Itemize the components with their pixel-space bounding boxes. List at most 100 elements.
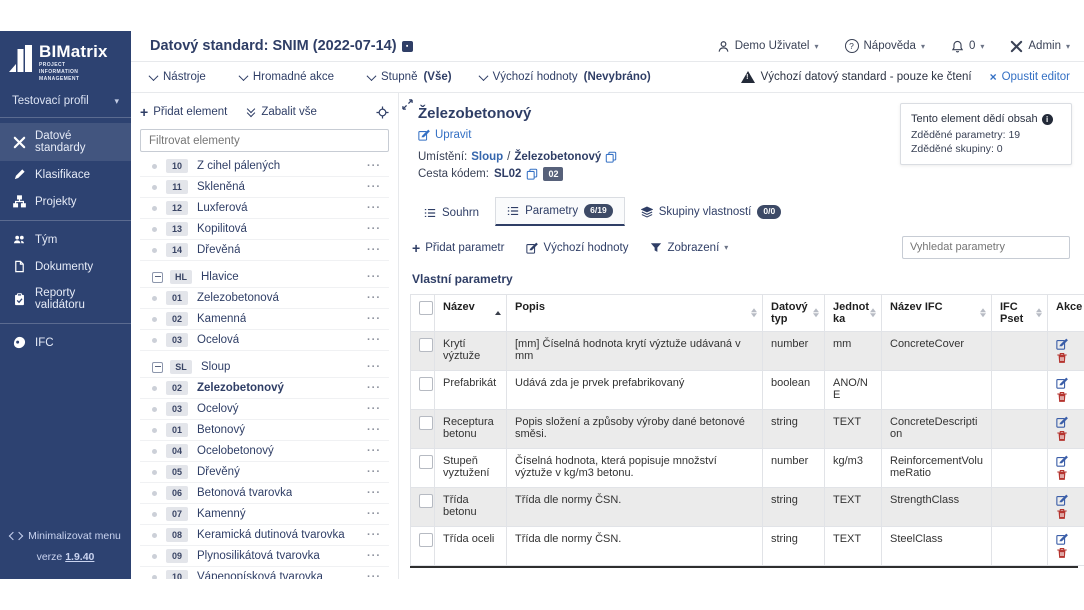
tree-item[interactable]: 10 Vápenopísková tvarovka ··· <box>140 567 389 579</box>
search-parameters-input[interactable] <box>902 236 1070 259</box>
edit-icon[interactable] <box>1056 494 1068 506</box>
tab-parameters[interactable]: Parametry 6/19 <box>495 197 625 226</box>
tree-item[interactable]: 01 Betonový ··· <box>140 420 389 441</box>
tree-item[interactable]: 14 Dřevěná ··· <box>140 240 389 261</box>
sidebar-item-data-standards[interactable]: Datové standardy <box>0 123 131 161</box>
row-menu-button[interactable]: ··· <box>367 202 381 214</box>
sidebar-item-classification[interactable]: Klasifikace <box>0 161 131 188</box>
row-menu-button[interactable]: ··· <box>367 487 381 499</box>
column-header[interactable]: Popis <box>507 294 763 331</box>
edit-icon[interactable] <box>1056 338 1068 350</box>
row-checkbox[interactable] <box>419 416 433 430</box>
row-menu-button[interactable]: ··· <box>367 382 381 394</box>
toolbar-dropdown[interactable]: Nástroje <box>150 71 212 83</box>
column-header[interactable]: Název <box>435 294 507 331</box>
sidebar-item-validator-reports[interactable]: Reporty validátoru <box>0 280 131 318</box>
tree-item[interactable]: 12 Luxferová ··· <box>140 198 389 219</box>
collapse-icon[interactable] <box>152 272 163 283</box>
row-menu-button[interactable]: ··· <box>367 403 381 415</box>
profile-selector[interactable]: Testovací profil ▾ <box>0 87 131 117</box>
row-menu-button[interactable]: ··· <box>367 361 381 373</box>
toolbar-dropdown[interactable]: Stupně (Vše) <box>368 71 452 83</box>
info-icon[interactable]: i <box>1042 114 1053 125</box>
column-header[interactable]: Název IFC <box>882 294 992 331</box>
sidebar-item-documents[interactable]: Dokumenty <box>0 253 131 280</box>
collapse-all-button[interactable]: Zabalit vše <box>247 106 317 118</box>
row-menu-button[interactable]: ··· <box>367 550 381 562</box>
tree-item[interactable]: 08 Keramická dutinová tvarovka ··· <box>140 525 389 546</box>
tree-item[interactable]: HL Hlavice ··· <box>140 267 389 288</box>
filter-elements-input[interactable] <box>140 129 389 152</box>
select-all-checkbox[interactable] <box>419 301 433 315</box>
row-checkbox[interactable] <box>419 533 433 547</box>
tab-summary[interactable]: Souhrn <box>412 200 491 226</box>
row-menu-button[interactable]: ··· <box>367 223 381 235</box>
row-menu-button[interactable]: ··· <box>367 292 381 304</box>
tree-item[interactable]: 11 Skleněná ··· <box>140 177 389 198</box>
notifications-menu[interactable]: 0 ▾ <box>951 40 984 53</box>
tree-item[interactable]: 05 Dřevěný ··· <box>140 462 389 483</box>
delete-icon[interactable] <box>1056 352 1068 364</box>
help-menu[interactable]: ? Nápověda ▾ <box>845 39 925 53</box>
sidebar-item-team[interactable]: Tým <box>0 226 131 253</box>
locate-element-button[interactable] <box>376 106 389 119</box>
tree-item[interactable]: 03 Ocelový ··· <box>140 399 389 420</box>
edit-icon[interactable] <box>1056 377 1068 389</box>
exit-editor-button[interactable]: × Opustit editor <box>990 70 1070 84</box>
row-menu-button[interactable]: ··· <box>367 181 381 193</box>
sidebar-item-projects[interactable]: Projekty <box>0 188 131 215</box>
row-menu-button[interactable]: ··· <box>367 160 381 172</box>
toolbar-dropdown[interactable]: Hromadné akce <box>240 71 340 83</box>
tree-item[interactable]: 01 Železobetonová ··· <box>140 288 389 309</box>
add-element-button[interactable]: + Přidat element <box>140 105 227 119</box>
row-menu-button[interactable]: ··· <box>367 271 381 283</box>
tree-item[interactable]: 04 Ocelobetonový ··· <box>140 441 389 462</box>
tree-item[interactable]: 02 Železobetonový ··· <box>140 378 389 399</box>
breadcrumb-parent-link[interactable]: Sloup <box>471 151 503 163</box>
collapse-icon[interactable] <box>152 362 163 373</box>
view-filter-dropdown[interactable]: Zobrazení ▾ <box>650 242 728 254</box>
tree-item[interactable]: 07 Kamenný ··· <box>140 504 389 525</box>
title-info-icon[interactable]: ▪ <box>402 41 413 52</box>
column-header[interactable]: Jednotka <box>825 294 882 331</box>
user-menu[interactable]: Demo Uživatel ▾ <box>717 40 819 53</box>
row-checkbox[interactable] <box>419 377 433 391</box>
delete-icon[interactable] <box>1056 547 1068 559</box>
tree-item[interactable]: SL Sloup ··· <box>140 357 389 378</box>
row-menu-button[interactable]: ··· <box>367 244 381 256</box>
tree-item[interactable]: 13 Kopilitová ··· <box>140 219 389 240</box>
sidebar-item-ifc[interactable]: IFC <box>0 329 131 356</box>
tree-item[interactable]: 03 Ocelová ··· <box>140 330 389 351</box>
minimize-menu-button[interactable]: Minimalizovat menu <box>0 530 131 542</box>
copy-icon[interactable] <box>605 151 617 163</box>
tree-item[interactable]: 09 Plynosilikátová tvarovka ··· <box>140 546 389 567</box>
tree-item[interactable]: 06 Betonová tvarovka ··· <box>140 483 389 504</box>
row-menu-button[interactable]: ··· <box>367 571 381 579</box>
row-checkbox[interactable] <box>419 338 433 352</box>
expand-panel-button[interactable] <box>402 97 413 115</box>
delete-icon[interactable] <box>1056 391 1068 403</box>
row-menu-button[interactable]: ··· <box>367 313 381 325</box>
tree-item[interactable]: 10 Z cihel pálených ··· <box>140 156 389 177</box>
edit-icon[interactable] <box>1056 533 1068 545</box>
add-parameter-button[interactable]: + Přidat parametr <box>412 241 504 255</box>
default-values-button[interactable]: Výchozí hodnoty <box>526 242 628 254</box>
delete-icon[interactable] <box>1056 469 1068 481</box>
row-menu-button[interactable]: ··· <box>367 529 381 541</box>
column-header[interactable]: Datový typ <box>763 294 825 331</box>
row-menu-button[interactable]: ··· <box>367 508 381 520</box>
edit-icon[interactable] <box>1056 455 1068 467</box>
row-menu-button[interactable]: ··· <box>367 466 381 478</box>
delete-icon[interactable] <box>1056 430 1068 442</box>
row-checkbox[interactable] <box>419 494 433 508</box>
tab-property-groups[interactable]: Skupiny vlastností 0/0 <box>629 198 794 226</box>
column-header[interactable]: IFC Pset <box>992 294 1048 331</box>
row-menu-button[interactable]: ··· <box>367 445 381 457</box>
delete-icon[interactable] <box>1056 508 1068 520</box>
edit-icon[interactable] <box>1056 416 1068 428</box>
admin-menu[interactable]: Admin ▾ <box>1010 40 1070 53</box>
toolbar-dropdown[interactable]: Výchozí hodnoty (Nevybráno) <box>480 71 651 83</box>
version-link[interactable]: 1.9.40 <box>65 551 94 563</box>
row-menu-button[interactable]: ··· <box>367 334 381 346</box>
row-menu-button[interactable]: ··· <box>367 424 381 436</box>
